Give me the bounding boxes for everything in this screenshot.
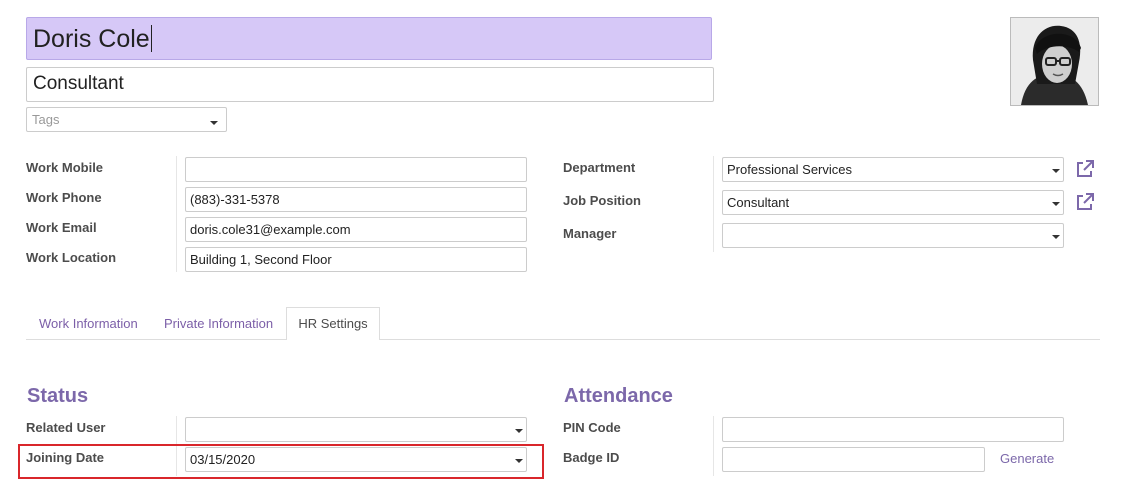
department-select[interactable]: Professional Services: [722, 157, 1064, 182]
pin-code-label: PIN Code: [563, 420, 621, 435]
tab-work-information[interactable]: Work Information: [39, 316, 138, 331]
manager-label: Manager: [563, 226, 617, 241]
employee-name-input[interactable]: Doris Cole: [26, 17, 712, 60]
work-phone-input[interactable]: (883)-331-5378: [185, 187, 527, 212]
department-label: Department: [563, 160, 636, 175]
work-location-label: Work Location: [26, 250, 117, 265]
external-link-icon[interactable]: [1075, 159, 1095, 179]
external-link-icon[interactable]: [1075, 192, 1095, 212]
tab-private-information[interactable]: Private Information: [164, 316, 273, 331]
job-title-input[interactable]: Consultant: [26, 67, 714, 102]
job-title-text: Consultant: [33, 73, 124, 94]
work-email-input[interactable]: doris.cole31@example.com: [185, 217, 527, 242]
field-divider: [713, 416, 714, 476]
department-value: Professional Services: [727, 162, 852, 177]
work-location-input[interactable]: Building 1, Second Floor: [185, 247, 527, 272]
chevron-down-icon: [1052, 169, 1060, 173]
tab-hr-settings[interactable]: HR Settings: [286, 307, 380, 340]
chevron-down-icon: [210, 121, 218, 125]
tags-select[interactable]: Tags: [26, 107, 227, 132]
badge-id-input[interactable]: [722, 447, 985, 472]
manager-select[interactable]: [722, 223, 1064, 248]
status-section-title: Status: [27, 385, 89, 407]
tab-bar-divider: [26, 339, 1100, 340]
related-user-label: Related User: [26, 420, 106, 435]
pin-code-input[interactable]: [722, 417, 1064, 442]
attendance-section-title: Attendance: [564, 385, 673, 407]
employee-photo[interactable]: [1010, 17, 1099, 106]
chevron-down-icon: [515, 429, 523, 433]
field-divider: [713, 156, 714, 252]
related-user-select[interactable]: [185, 417, 527, 442]
work-mobile-label: Work Mobile: [26, 160, 104, 175]
text-cursor: [150, 25, 152, 52]
job-position-value: Consultant: [727, 195, 790, 210]
work-email-label: Work Email: [26, 220, 97, 235]
job-position-select[interactable]: Consultant: [722, 190, 1064, 215]
avatar-image: [1011, 18, 1098, 105]
work-mobile-input[interactable]: [185, 157, 527, 182]
joining-date-highlight-box: [18, 444, 544, 479]
chevron-down-icon: [1052, 202, 1060, 206]
tags-placeholder: Tags: [32, 112, 60, 127]
badge-id-label: Badge ID: [563, 450, 620, 465]
work-phone-label: Work Phone: [26, 190, 102, 205]
field-divider: [176, 156, 177, 272]
job-position-label: Job Position: [563, 193, 641, 208]
employee-name-text: Doris Cole: [33, 25, 150, 53]
chevron-down-icon: [1052, 235, 1060, 239]
generate-badge-link[interactable]: Generate: [1000, 451, 1054, 466]
